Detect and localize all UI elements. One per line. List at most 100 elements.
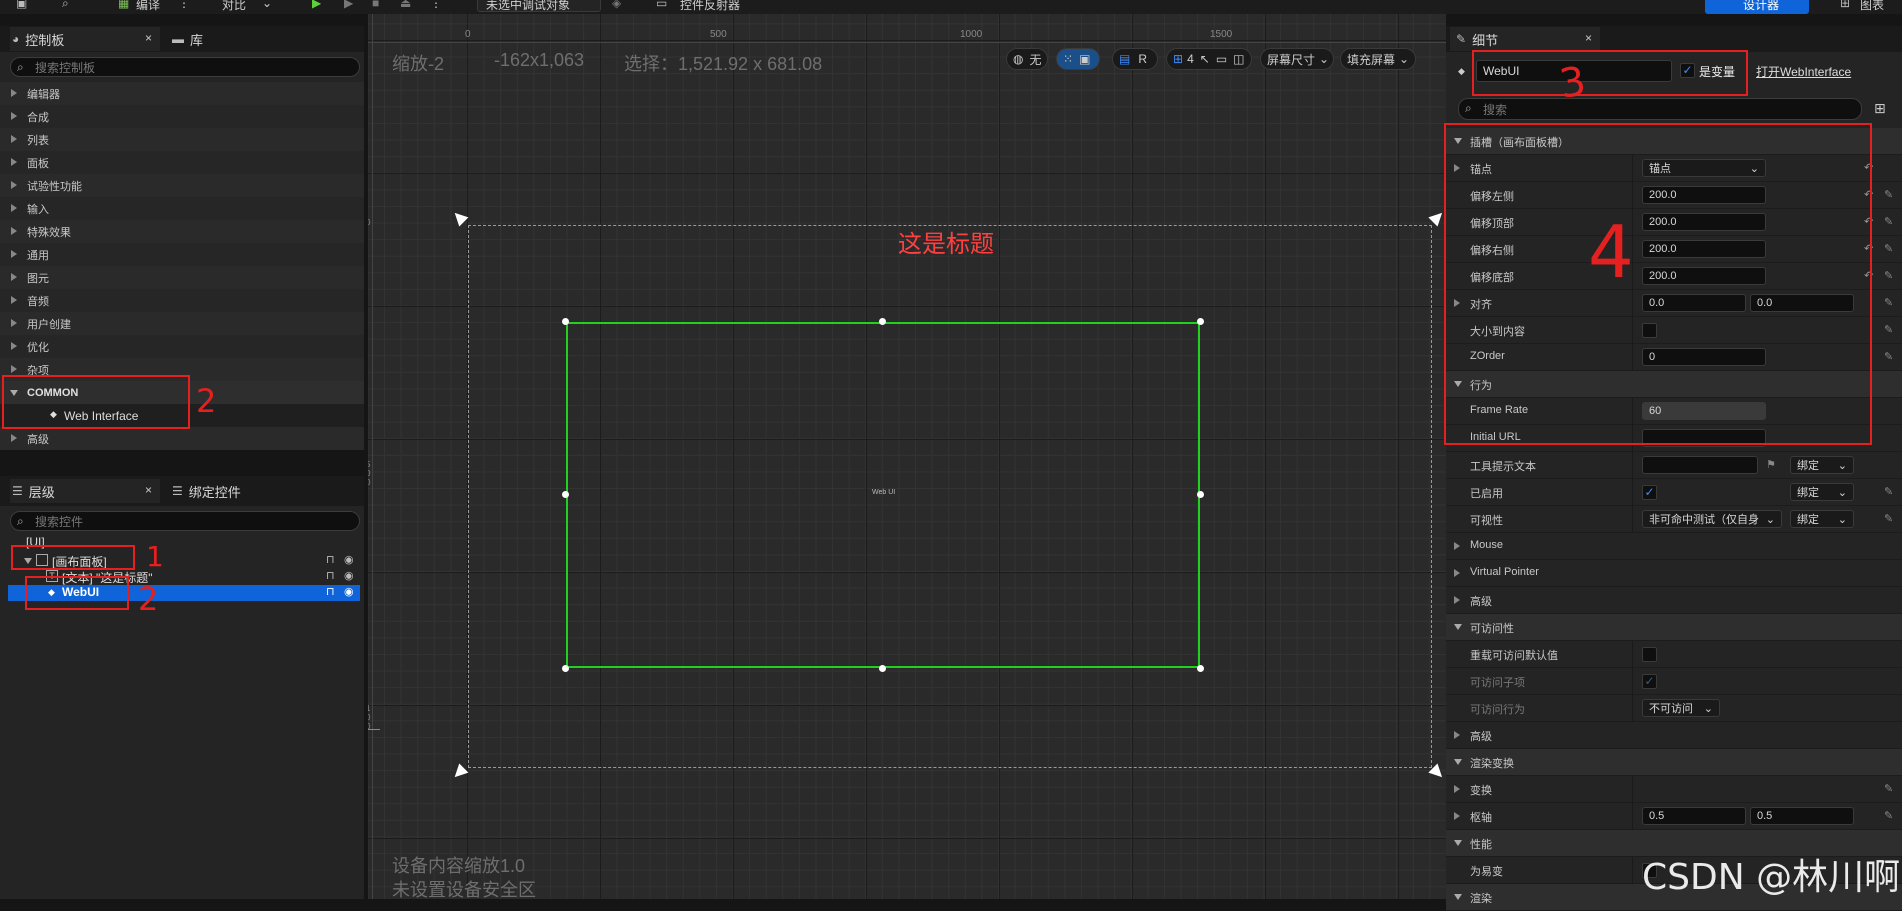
expanded-arrow-icon[interactable] bbox=[1454, 624, 1462, 630]
fill-screen-dropdown[interactable]: 填充屏幕 ⌄ bbox=[1340, 48, 1416, 70]
compile-icon[interactable]: ▦ bbox=[118, 0, 129, 10]
resize-handle[interactable] bbox=[879, 665, 886, 672]
category-advanced[interactable]: 高级 bbox=[0, 427, 364, 450]
grid-snap-control[interactable]: ⊞ 4 ↖ ▭ ◫ bbox=[1166, 48, 1252, 70]
palette-category[interactable]: 合成 bbox=[0, 105, 364, 128]
resize-handle[interactable] bbox=[1197, 318, 1204, 325]
accessible-behavior-dropdown[interactable]: 不可访问 ⌄ bbox=[1642, 699, 1720, 717]
compile-button[interactable]: 编译 bbox=[136, 0, 160, 13]
section-advanced-2[interactable]: 高级 bbox=[1446, 722, 1902, 749]
title-text-widget[interactable]: 这是标题 bbox=[898, 224, 994, 259]
section-virtual-pointer[interactable]: Virtual Pointer bbox=[1446, 560, 1902, 587]
palette-category[interactable]: 优化 bbox=[0, 335, 364, 358]
chevron-down-icon[interactable]: ⌄ bbox=[262, 0, 272, 10]
pin-icon[interactable]: ✎ bbox=[1884, 242, 1893, 255]
pin-icon[interactable]: ✎ bbox=[1884, 350, 1893, 363]
palette-category[interactable]: 编辑器 bbox=[0, 82, 364, 105]
pin-icon[interactable]: ✎ bbox=[1884, 269, 1893, 282]
open-webinterface-link[interactable]: 打开WebInterface bbox=[1756, 63, 1851, 80]
widget-reflector-button[interactable]: 控件反射器 bbox=[680, 0, 740, 13]
prop-accessible-behavior[interactable]: 可访问行为 不可访问 ⌄ bbox=[1446, 695, 1902, 722]
play-icon[interactable]: ▶ bbox=[312, 0, 321, 10]
expanded-arrow-icon[interactable] bbox=[1454, 840, 1462, 846]
save-icon[interactable]: ▣ bbox=[16, 0, 27, 10]
close-icon[interactable]: × bbox=[1585, 31, 1592, 45]
section-render-transform[interactable]: 渲染变换 bbox=[1446, 749, 1902, 776]
screen-size-dropdown[interactable]: 屏幕尺寸 ⌄ bbox=[1260, 48, 1334, 70]
resize-handle[interactable] bbox=[879, 318, 886, 325]
tab-bind-widgets[interactable]: ☰ 绑定控件 bbox=[172, 479, 292, 503]
palette-category[interactable]: 试验性功能 bbox=[0, 174, 364, 197]
resize-handle[interactable] bbox=[562, 665, 569, 672]
graph-mode-button[interactable]: 图表 bbox=[1860, 0, 1884, 13]
resize-handle[interactable] bbox=[562, 491, 569, 498]
debug-target-dropdown[interactable]: 未选中调试对象 bbox=[477, 0, 601, 12]
collapsed-arrow-icon[interactable] bbox=[1454, 812, 1460, 820]
details-search-input[interactable]: ⌕ 搜索 bbox=[1458, 98, 1862, 120]
collapsed-arrow-icon[interactable] bbox=[1454, 542, 1460, 550]
palette-category[interactable]: 音频 bbox=[0, 289, 364, 312]
respect-locks-toggle[interactable]: ▤ R bbox=[1112, 48, 1158, 70]
diff-button[interactable]: 对比 bbox=[222, 0, 246, 13]
collapsed-arrow-icon[interactable] bbox=[1454, 569, 1460, 577]
bind-dropdown[interactable]: 绑定 ⌄ bbox=[1790, 456, 1854, 474]
pin-icon[interactable]: ✎ bbox=[1884, 215, 1893, 228]
designer-viewport[interactable]: 0 500 1000 1500 0 500 100 缩放-2 -162x1,06… bbox=[368, 14, 1446, 899]
palette-category[interactable]: 输入 bbox=[0, 197, 364, 220]
bind-dropdown[interactable]: 绑定 ⌄ bbox=[1790, 483, 1854, 501]
prop-transform[interactable]: 变换 ✎ bbox=[1446, 776, 1902, 803]
more-options-icon[interactable]: ⋮ bbox=[430, 0, 442, 10]
table-view-icon[interactable]: ⊞ bbox=[1874, 100, 1886, 117]
pin-icon[interactable]: ✎ bbox=[1884, 782, 1893, 795]
prop-visibility[interactable]: 可视性 非可命中测试（仅自身 ⌄ 绑定 ⌄ ✎ bbox=[1446, 506, 1902, 533]
expanded-arrow-icon[interactable] bbox=[1454, 894, 1462, 900]
tab-hierarchy[interactable]: ☰ 层级 × bbox=[10, 479, 160, 503]
palette-category[interactable]: 面板 bbox=[0, 151, 364, 174]
property-value-input[interactable]: 0.5 bbox=[1642, 807, 1746, 825]
close-icon[interactable]: × bbox=[145, 483, 152, 497]
eject-icon[interactable]: ⏏ bbox=[400, 0, 411, 10]
hierarchy-search-input[interactable]: ⌕ 搜索控件 bbox=[10, 511, 360, 531]
palette-category[interactable]: 通用 bbox=[0, 243, 364, 266]
pin-icon[interactable]: ✎ bbox=[1884, 296, 1893, 309]
collapsed-arrow-icon[interactable] bbox=[1454, 731, 1460, 739]
eye-icon[interactable]: ◉ bbox=[344, 569, 354, 582]
lock-icon[interactable]: ⊓ bbox=[326, 553, 335, 566]
pin-icon[interactable]: ✎ bbox=[1884, 512, 1893, 525]
resize-handle[interactable] bbox=[562, 318, 569, 325]
preview-mode-toggle[interactable]: ◍ 无 bbox=[1006, 48, 1048, 70]
webui-widget-selected[interactable]: Web UI bbox=[566, 322, 1200, 668]
close-icon[interactable]: × bbox=[145, 31, 152, 45]
eye-icon[interactable]: ◉ bbox=[344, 553, 354, 566]
designer-mode-button[interactable]: 设计器 bbox=[1705, 0, 1809, 14]
palette-category[interactable]: 图元 bbox=[0, 266, 364, 289]
property-checkbox[interactable] bbox=[1642, 647, 1657, 662]
property-value-input[interactable]: 0.5 bbox=[1750, 807, 1854, 825]
section-advanced[interactable]: 高级 bbox=[1446, 587, 1902, 614]
tab-library[interactable]: ▬ 库 bbox=[172, 27, 292, 51]
pin-icon[interactable]: ✎ bbox=[1884, 809, 1893, 822]
prop-tooltip-text[interactable]: 工具提示文本 ⚑ 绑定 ⌄ bbox=[1446, 452, 1902, 479]
prop-accessible-children[interactable]: 可访问子项 ✓ bbox=[1446, 668, 1902, 695]
property-value-input[interactable] bbox=[1642, 456, 1758, 474]
section-mouse[interactable]: Mouse bbox=[1446, 533, 1902, 560]
pin-icon[interactable]: ✎ bbox=[1884, 188, 1893, 201]
lock-icon[interactable]: ⊓ bbox=[326, 569, 335, 582]
prop-override-accessible[interactable]: 重载可访问默认值 bbox=[1446, 641, 1902, 668]
flag-icon[interactable]: ⚑ bbox=[1766, 458, 1776, 471]
palette-category[interactable]: 用户创建 bbox=[0, 312, 364, 335]
browse-icon[interactable]: ⌕ bbox=[62, 0, 69, 11]
expanded-arrow-icon[interactable] bbox=[1454, 759, 1462, 765]
debug-icon[interactable]: ◈ bbox=[612, 0, 621, 10]
pin-icon[interactable]: ✎ bbox=[1884, 323, 1893, 336]
section-accessibility[interactable]: 可访问性 bbox=[1446, 614, 1902, 641]
palette-category[interactable]: 特殊效果 bbox=[0, 220, 364, 243]
prop-is-enabled[interactable]: 已启用 ✓ 绑定 ⌄ ✎ bbox=[1446, 479, 1902, 506]
lock-icon[interactable]: ⊓ bbox=[326, 585, 335, 598]
palette-category[interactable]: 列表 bbox=[0, 128, 364, 151]
step-icon[interactable]: ▶ bbox=[344, 0, 353, 10]
visibility-dropdown[interactable]: 非可命中测试（仅自身 ⌄ bbox=[1642, 510, 1782, 528]
more-icon[interactable]: ⋮ bbox=[178, 0, 190, 10]
bind-dropdown[interactable]: 绑定 ⌄ bbox=[1790, 510, 1854, 528]
pin-icon[interactable]: ✎ bbox=[1884, 485, 1893, 498]
